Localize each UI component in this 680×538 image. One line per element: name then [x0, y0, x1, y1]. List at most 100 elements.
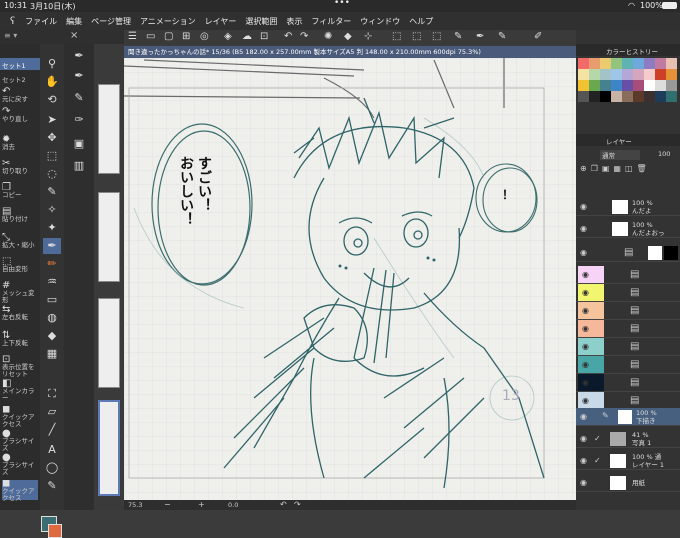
eye-icon[interactable]: ◉: [582, 270, 589, 279]
color-swatch[interactable]: [578, 58, 589, 69]
blend-mode-select[interactable]: 通常: [600, 150, 640, 160]
folder-row[interactable]: ◉ ▤: [576, 320, 680, 338]
zoom-tool-icon[interactable]: ⚲: [43, 56, 61, 72]
color-swatch[interactable]: [666, 58, 677, 69]
panel-toggle-icon[interactable]: ≡ ▾: [4, 31, 17, 40]
color-swatch[interactable]: [644, 58, 655, 69]
eye-icon[interactable]: ◉: [582, 324, 589, 333]
eye-icon[interactable]: ◉: [580, 248, 587, 257]
eye-icon[interactable]: ◉: [582, 378, 589, 387]
cut-button[interactable]: ✂ 切り取り: [2, 159, 38, 175]
main-color-button[interactable]: ◧ メインカラー: [2, 379, 38, 402]
menu-layer[interactable]: レイヤー: [205, 16, 237, 27]
color-swatch[interactable]: [633, 80, 644, 91]
magic-wand-tool-icon[interactable]: ✦: [43, 220, 61, 236]
fill-icon[interactable]: ◆: [344, 31, 352, 42]
copy-button[interactable]: ❐ コピー: [2, 183, 38, 199]
paste-button[interactable]: ▤ 貼り付け: [2, 207, 38, 223]
page-thumbnail-current[interactable]: [98, 400, 120, 496]
color-swatch[interactable]: [611, 58, 622, 69]
eyedropper-tool-icon[interactable]: ✎: [43, 184, 61, 200]
color-swatch[interactable]: [633, 69, 644, 80]
opacity-value[interactable]: 100: [658, 150, 670, 158]
color-swatch[interactable]: [644, 80, 655, 91]
eye-icon[interactable]: ◉: [580, 202, 587, 211]
balloon-tool-icon[interactable]: ◯: [43, 460, 61, 476]
pen-icon[interactable]: ✒: [476, 31, 484, 42]
color-swatch[interactable]: [655, 80, 666, 91]
zoom-out-icon[interactable]: −: [164, 500, 171, 509]
brush-icon[interactable]: ✑: [70, 112, 88, 128]
deselect-icon[interactable]: ⬚: [412, 31, 421, 42]
color-swatch[interactable]: [611, 69, 622, 80]
folder-row[interactable]: ◉ ▤: [576, 244, 680, 262]
select-all-icon[interactable]: ⬚: [392, 31, 401, 42]
mesh-transform-button[interactable]: # メッシュ変形: [2, 281, 38, 304]
pen-tool-icon[interactable]: ✒: [43, 238, 61, 254]
eye-icon[interactable]: ◉: [582, 396, 589, 405]
menu-selection[interactable]: 選択範囲: [245, 16, 277, 27]
color-swatch[interactable]: [633, 58, 644, 69]
blend-tool-icon[interactable]: ◍: [43, 310, 61, 326]
cloud-icon[interactable]: ☁: [242, 31, 252, 42]
tab-set1[interactable]: セット1: [0, 58, 40, 70]
zoom-value[interactable]: 75.3: [128, 501, 142, 509]
move-layer-tool-icon[interactable]: ✥: [43, 130, 61, 146]
layer-actions[interactable]: ⊕❐▣▦◫🗑: [580, 164, 676, 176]
redo-icon[interactable]: ↷: [300, 31, 308, 42]
pencil-tool-icon[interactable]: ✏: [43, 256, 61, 272]
menu-edit[interactable]: 編集: [66, 16, 82, 27]
brush-icon[interactable]: ✎: [454, 31, 462, 42]
menu-file[interactable]: ファイル: [25, 16, 57, 27]
flip-vertical-button[interactable]: ⇅ 上下反転: [2, 331, 38, 347]
gradient-tool-icon[interactable]: ▦: [43, 346, 61, 362]
fill-tool-icon[interactable]: ◆: [43, 328, 61, 344]
check-icon[interactable]: ✓: [594, 434, 601, 443]
selection-tool-icon[interactable]: ⬚: [43, 148, 61, 164]
brush-size-button-1[interactable]: ● ブラシサイズ: [2, 429, 38, 452]
color-swatch[interactable]: [589, 91, 600, 102]
menu-help[interactable]: ヘルプ: [409, 16, 433, 27]
menu-filter[interactable]: フィルター: [311, 16, 351, 27]
color-swatch[interactable]: [622, 80, 633, 91]
color-swatch[interactable]: [589, 58, 600, 69]
eraser-tool-icon[interactable]: ▭: [43, 292, 61, 308]
markup-pen-icon[interactable]: ✎: [70, 90, 88, 106]
layer-row[interactable]: ◉ 100 % んだよおっ: [576, 220, 680, 238]
multitask-dots-icon[interactable]: •••: [334, 0, 350, 8]
eye-icon[interactable]: ◉: [580, 456, 587, 465]
draw-icon[interactable]: ✎: [498, 31, 506, 42]
scale-button[interactable]: ⤡ 拡大・縮小: [2, 233, 38, 249]
eye-icon[interactable]: ◉: [582, 288, 589, 297]
lasso-tool-icon[interactable]: ◌: [43, 166, 61, 182]
reset-view-button[interactable]: ⊡ 表示位置をリセット: [2, 355, 38, 378]
color-swatch[interactable]: [600, 80, 611, 91]
color-swatch[interactable]: [600, 91, 611, 102]
color-swatch[interactable]: [666, 69, 677, 80]
color-swatch[interactable]: [622, 69, 633, 80]
color-swatch[interactable]: [622, 58, 633, 69]
export-icon[interactable]: ◎: [200, 31, 209, 42]
eye-icon[interactable]: ◉: [582, 342, 589, 351]
image-icon[interactable]: ▣: [70, 136, 88, 152]
sub-color-swatch[interactable]: [48, 524, 62, 538]
correction-tool-icon[interactable]: ✎: [43, 478, 61, 494]
new-icon[interactable]: ▭: [146, 31, 155, 42]
page-thumbnail[interactable]: [98, 192, 120, 282]
layer-panel-header[interactable]: レイヤー: [576, 134, 680, 146]
app-logo-icon[interactable]: ʕ: [10, 16, 15, 27]
bucket-tool-icon[interactable]: ⛶: [43, 386, 61, 402]
layer-row[interactable]: ◉ ✓ 41 % 写真 1: [576, 430, 680, 448]
sparkle-icon[interactable]: ✺: [324, 31, 332, 42]
document-tab[interactable]: 聞き違ったかっちゃんの話* 15/36 (B5 182.00 x 257.00m…: [124, 46, 576, 58]
color-swatch[interactable]: [644, 91, 655, 102]
color-swatch[interactable]: [578, 69, 589, 80]
menu-page[interactable]: ページ管理: [91, 16, 131, 27]
marker-icon[interactable]: ▥: [70, 158, 88, 174]
menu-window[interactable]: ウィンドウ: [360, 16, 400, 27]
color-swatch[interactable]: [666, 91, 677, 102]
color-swatch[interactable]: [611, 91, 622, 102]
color-history-header[interactable]: カラーヒストリー: [576, 44, 680, 56]
rotate-left-icon[interactable]: ↶: [280, 500, 287, 509]
brush-size-button-2[interactable]: ● ブラシサイズ: [2, 453, 38, 476]
